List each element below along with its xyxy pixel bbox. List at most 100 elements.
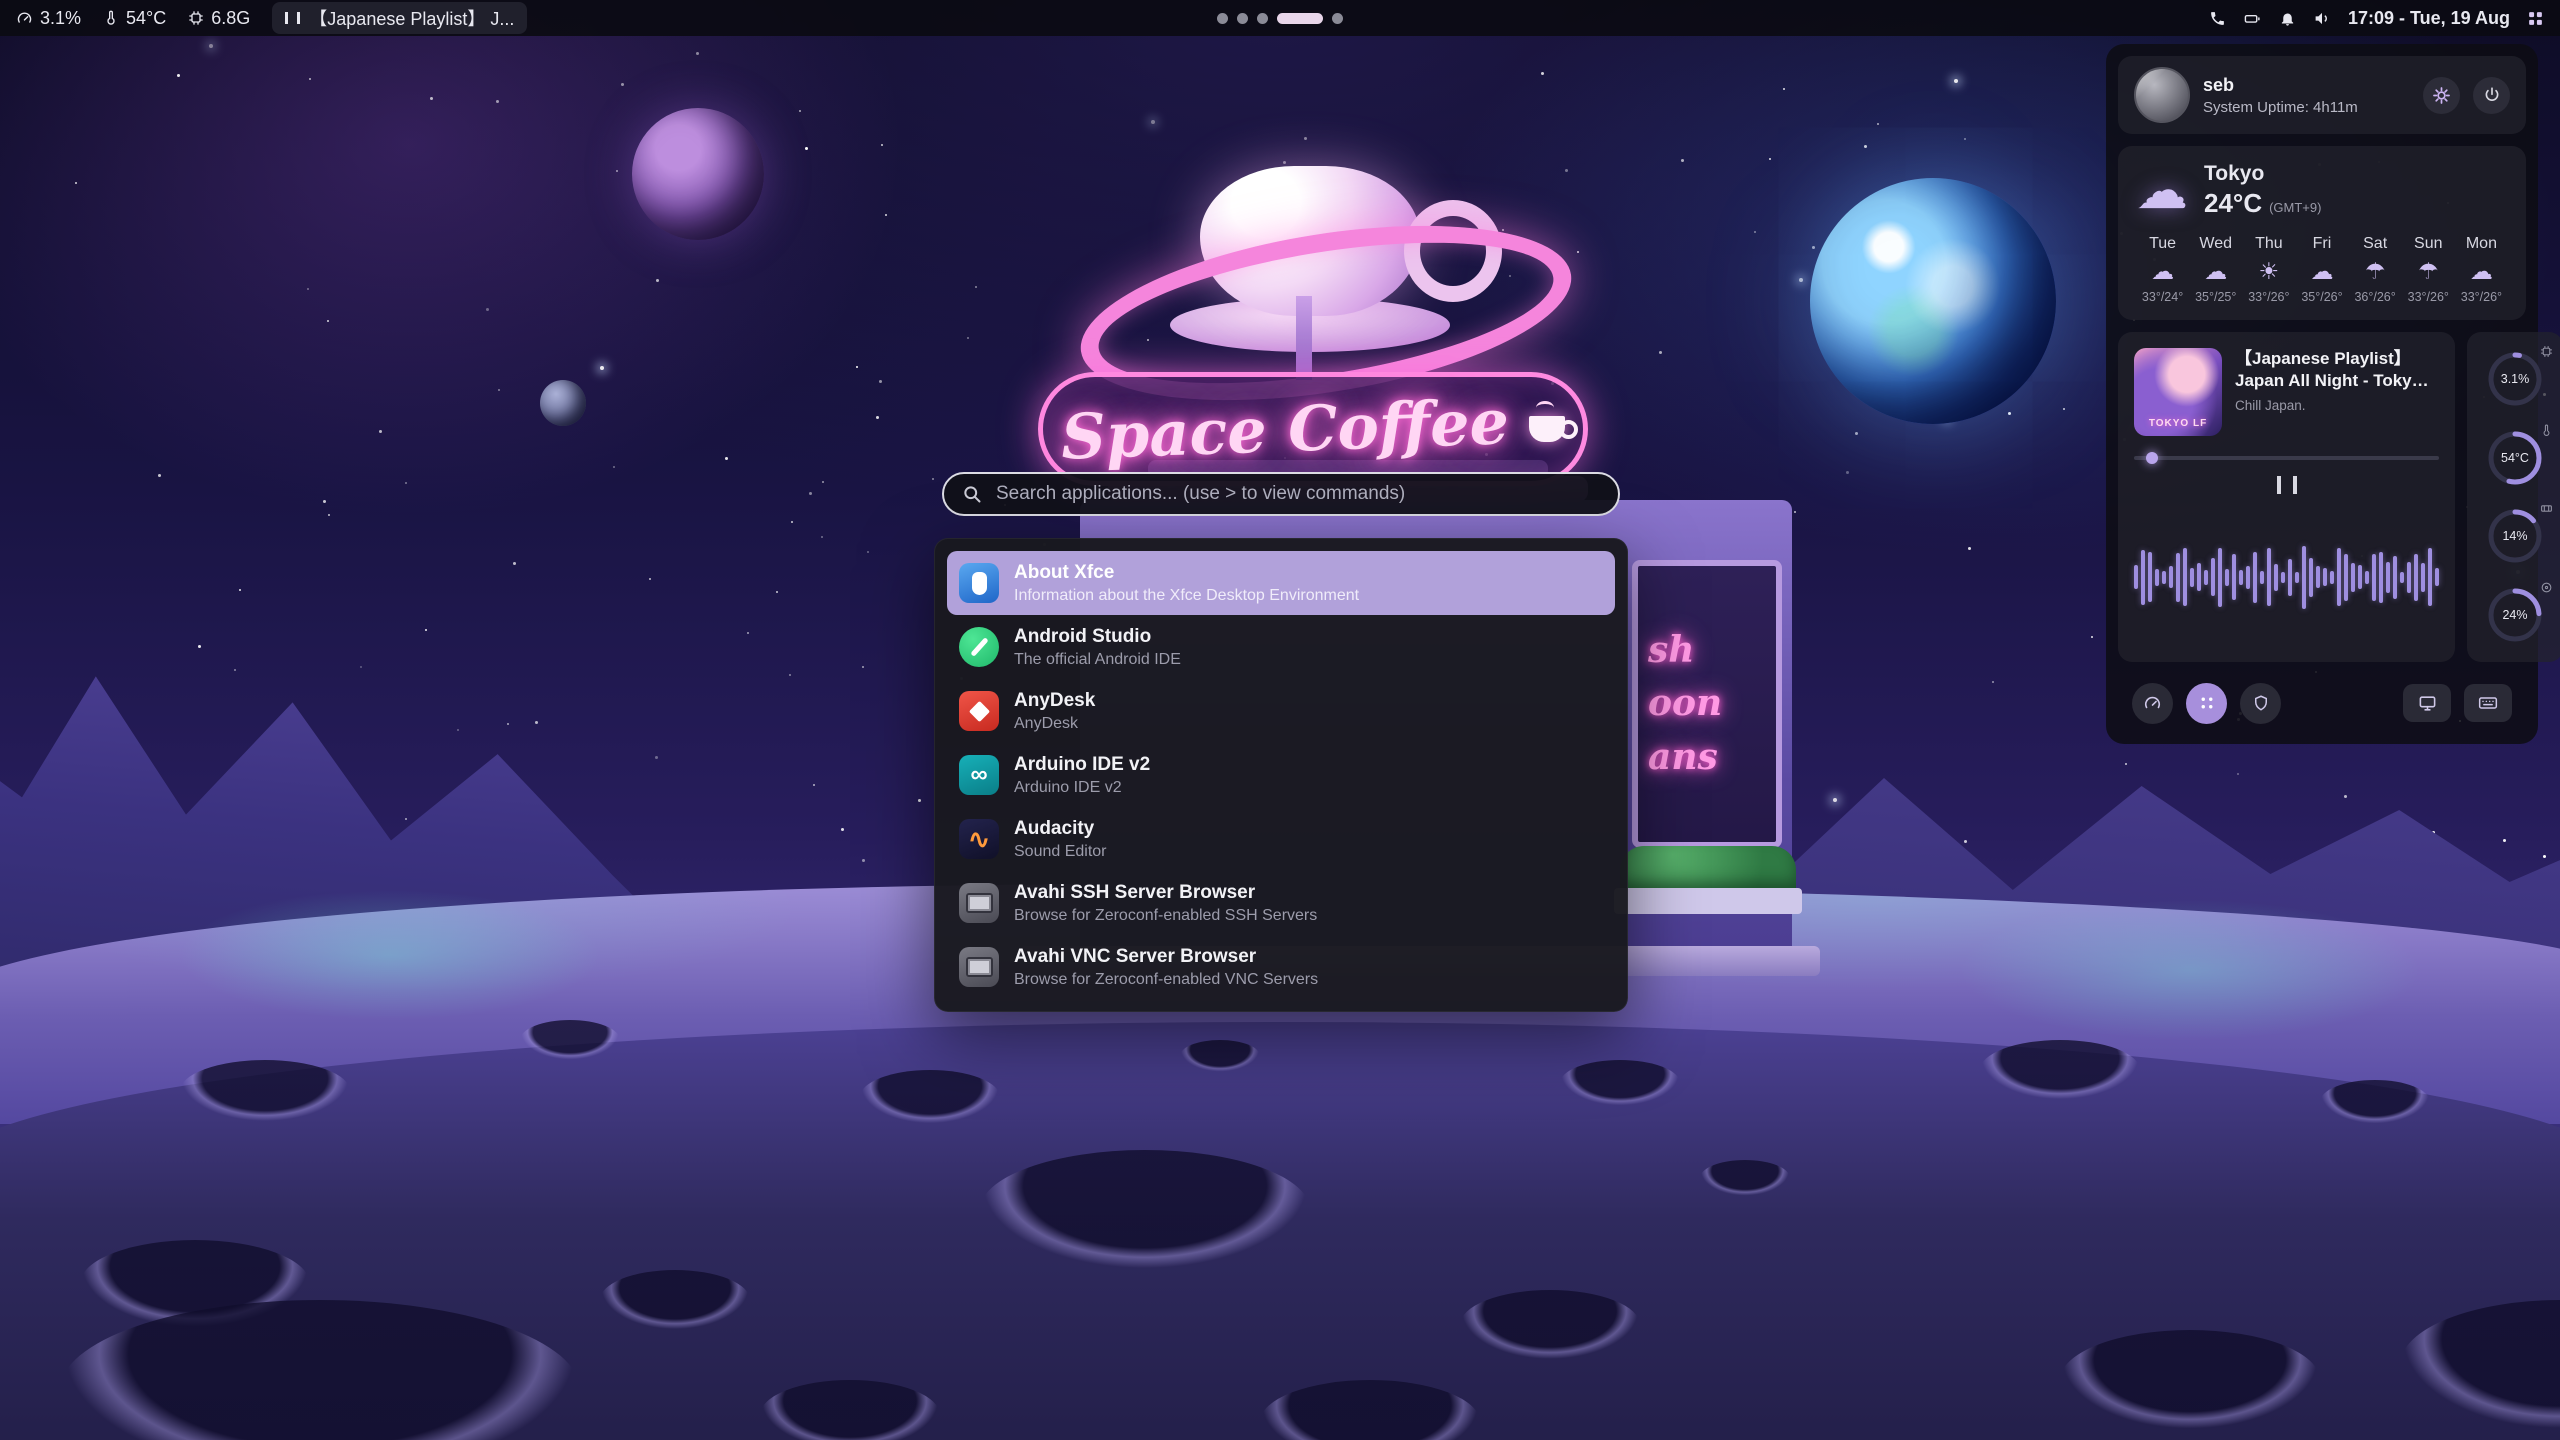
- star: [813, 784, 815, 786]
- weather-card: ☁ Tokyo 24°C (GMT+9) Tue ☁ 33°/24° Wed ☁…: [2118, 146, 2526, 320]
- neon-sign-text: Space Coffee: [1060, 385, 1510, 474]
- star: [1783, 88, 1785, 90]
- star: [2008, 412, 2011, 415]
- music-widget[interactable]: 【Japanese Playlist】 J...: [272, 2, 527, 34]
- launcher-item[interactable]: Avahi SSH Server Browser Browse for Zero…: [947, 871, 1615, 935]
- app-description: Information about the Xfce Desktop Envir…: [1014, 586, 1359, 605]
- crater: [1460, 1290, 1640, 1360]
- star: [885, 214, 887, 216]
- star: [776, 591, 778, 593]
- progress-thumb[interactable]: [2146, 452, 2158, 464]
- cloud-weather-icon: ☁: [2151, 260, 2174, 283]
- app-name: Avahi SSH Server Browser: [1014, 881, 1317, 905]
- star: [234, 669, 236, 671]
- crater: [1560, 1060, 1680, 1106]
- waveform-bar: [2428, 548, 2432, 606]
- workspace-indicator: [1217, 0, 1343, 36]
- notifications-bell-icon[interactable]: [2279, 10, 2296, 27]
- workspace-dot[interactable]: [1217, 13, 1228, 24]
- waveform-bar: [2183, 548, 2187, 606]
- waveform-bar: [2414, 554, 2418, 601]
- battery-icon[interactable]: [2243, 10, 2262, 27]
- waveform-bar: [2239, 570, 2243, 585]
- progress-bar[interactable]: [2134, 456, 2439, 460]
- star: [75, 182, 77, 184]
- workspace-dot[interactable]: [1257, 13, 1268, 24]
- cpu-icon: [2540, 345, 2553, 363]
- star: [1151, 120, 1155, 124]
- uptime-label: System Uptime: 4h11m: [2203, 99, 2358, 116]
- star: [307, 288, 309, 290]
- star: [613, 466, 615, 468]
- star: [513, 562, 516, 565]
- star: [649, 578, 651, 580]
- weather-timezone: (GMT+9): [2269, 200, 2321, 215]
- star: [425, 629, 427, 631]
- workspace-dot[interactable]: [1332, 13, 1343, 24]
- search-input[interactable]: [994, 482, 1600, 506]
- launcher-item[interactable]: About Xfce Information about the Xfce De…: [947, 551, 1615, 615]
- app-name: Avahi VNC Server Browser: [1014, 945, 1318, 969]
- anydesk-app-icon: [959, 691, 999, 731]
- avatar[interactable]: [2134, 67, 2190, 123]
- crater: [1980, 1040, 2140, 1100]
- launcher-item[interactable]: ∿ Audacity Sound Editor: [947, 807, 1615, 871]
- display-button[interactable]: [2403, 684, 2451, 722]
- launcher-item[interactable]: AnyDesk AnyDesk: [947, 679, 1615, 743]
- app-list: About Xfce Information about the Xfce De…: [934, 538, 1628, 1012]
- dashboard-button[interactable]: [2132, 683, 2173, 724]
- memory-value: 6.8G: [211, 8, 250, 29]
- waveform-bar: [2309, 558, 2313, 597]
- star: [2125, 763, 2127, 765]
- clock[interactable]: 17:09 - Tue, 19 Aug: [2348, 8, 2510, 29]
- workspace-dot[interactable]: [1237, 13, 1248, 24]
- cloud-icon: ☁: [2136, 165, 2188, 217]
- power-button[interactable]: [2473, 77, 2510, 114]
- username: seb: [2203, 75, 2358, 96]
- star: [747, 632, 749, 634]
- workspace-dot[interactable]: [1277, 13, 1323, 24]
- disk-gauge: 24%: [2483, 583, 2547, 647]
- disk-icon: [2540, 581, 2553, 599]
- forecast-temps: 36°/26°: [2354, 290, 2395, 304]
- search-icon: [962, 484, 982, 504]
- app-name: Audacity: [1014, 817, 1107, 841]
- app-grid-icon[interactable]: [2527, 10, 2544, 27]
- star: [198, 645, 201, 648]
- sign-pole: [1296, 296, 1312, 380]
- star: [1992, 681, 1994, 683]
- star: [841, 828, 844, 831]
- waveform-bar: [2316, 566, 2320, 588]
- launcher-item[interactable]: Android Studio The official Android IDE: [947, 615, 1615, 679]
- star: [2344, 795, 2347, 798]
- star: [876, 416, 879, 419]
- volume-icon[interactable]: [2313, 10, 2331, 27]
- security-button[interactable]: [2240, 683, 2281, 724]
- desktop: Space Coffee shoonans 3.1% 54°C 6.8G 【Ja…: [0, 0, 2560, 1440]
- star: [1541, 72, 1544, 75]
- app-launcher: About Xfce Information about the Xfce De…: [934, 472, 1628, 1012]
- star: [405, 818, 407, 820]
- star: [656, 279, 659, 282]
- memory-gauge: 14%: [2483, 504, 2547, 568]
- forecast-day-column: Tue ☁ 33°/24°: [2136, 235, 2189, 304]
- apps-button[interactable]: [2186, 683, 2227, 724]
- phone-icon[interactable]: [2209, 10, 2226, 27]
- launcher-item[interactable]: Avahi VNC Server Browser Browse for Zero…: [947, 935, 1615, 999]
- app-name: Arduino IDE v2: [1014, 753, 1150, 777]
- forecast-day-column: Sun ☂ 33°/26°: [2402, 235, 2455, 304]
- cloud-weather-icon: ☁: [2310, 260, 2333, 283]
- settings-button[interactable]: [2423, 77, 2460, 114]
- app-description: AnyDesk: [1014, 714, 1095, 733]
- keyboard-button[interactable]: [2464, 684, 2512, 722]
- sun-weather-icon: ☀: [2259, 260, 2280, 283]
- star: [867, 551, 869, 553]
- star: [2237, 773, 2239, 775]
- waveform-bar: [2211, 558, 2215, 596]
- search-bar[interactable]: [942, 472, 1620, 516]
- pause-button[interactable]: [2277, 476, 2297, 494]
- launcher-item[interactable]: ∞ Arduino IDE v2 Arduino IDE v2: [947, 743, 1615, 807]
- star: [1754, 231, 1756, 233]
- star: [2543, 855, 2546, 858]
- waveform-bar: [2162, 571, 2166, 584]
